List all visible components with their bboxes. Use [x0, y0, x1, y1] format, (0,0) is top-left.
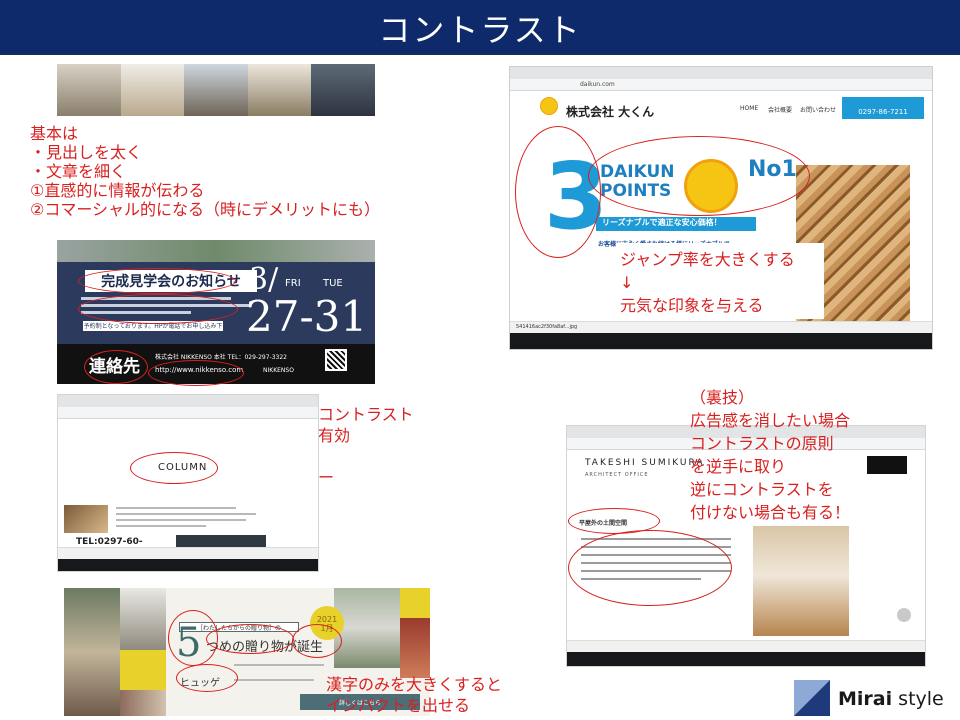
- column-photo: [64, 505, 108, 533]
- house-photo: [120, 690, 166, 716]
- architect-name: TAKESHI SUMIKURA: [585, 458, 705, 468]
- download-bar: [58, 547, 318, 559]
- annotation-ring: [78, 268, 236, 294]
- gift-text-line: [234, 679, 314, 681]
- annotation-ring: [148, 360, 244, 386]
- nav-home: HOME: [740, 105, 759, 112]
- annotation-ring: [588, 136, 810, 216]
- grey-text-line: [116, 519, 246, 521]
- taskbar: [567, 652, 925, 666]
- grey-text-line: [116, 513, 256, 515]
- ad-day-to: TUE: [323, 278, 343, 289]
- download-bar: 541416ac2f30fa8af...jpg: [510, 321, 932, 333]
- house-photo: [64, 588, 120, 716]
- house-photo: [334, 588, 400, 668]
- yellow-block: [120, 650, 166, 690]
- architect-photo: [753, 526, 849, 636]
- browser-tabs: [510, 67, 932, 79]
- brand-name: Mirai: [838, 688, 893, 710]
- architect-sub: ARCHITECT OFFICE: [585, 472, 649, 478]
- download-bar: [567, 640, 925, 652]
- ad-brand: NIKKENSO: [263, 367, 294, 374]
- note-jump-rate: ジャンプ率を大きくする ↓ 元気な印象を与える: [620, 250, 795, 315]
- browser-tabs: [58, 395, 318, 407]
- yellow-block: [400, 588, 430, 618]
- daikun-logo-text: 株式会社 大くん: [566, 105, 655, 119]
- browser-url: daikun.com: [580, 81, 615, 88]
- note-kanji: 漢字のみを大きくすると インパクトを出せる: [326, 675, 503, 715]
- ad-photo-banner: [57, 240, 375, 262]
- browser-address-bar: daikun.com: [510, 79, 932, 91]
- brand-logo-text: Mirai style: [838, 688, 944, 710]
- note-basics: 基本は ・見出しを太く ・文章を細く ①直感的に情報が伝わる ②コマーシャル的に…: [30, 124, 381, 219]
- browser-address-bar: [58, 407, 318, 419]
- annotation-ring: [78, 294, 238, 324]
- taskbar: [58, 559, 318, 571]
- annotation-ring: [292, 624, 342, 658]
- house-photo: [120, 588, 166, 650]
- house-photo: [400, 618, 430, 678]
- interior-photo-strip: [57, 64, 375, 116]
- price-banner: リーズナブルで適正な安心価格！: [596, 217, 756, 231]
- grey-text-line: [116, 525, 206, 527]
- annotation-ring: [176, 664, 238, 692]
- ad-qr-code: [325, 349, 347, 371]
- grey-text-line: [116, 507, 236, 509]
- slide-title: コントラスト: [0, 0, 960, 55]
- gift-text-line: [234, 664, 324, 666]
- annotation-ring: [568, 530, 732, 606]
- annotation-ring: [206, 624, 294, 654]
- nav-contact: お問い合わせ: [800, 107, 837, 114]
- scroll-top-icon: [897, 608, 911, 622]
- annotation-ring: [84, 350, 148, 384]
- black-block: [867, 456, 907, 474]
- note-trick: （裏技） 広告感を消したい場合 コントラストの原則 を逆手に取り 逆にコントラス…: [690, 388, 851, 522]
- sun-logo-icon: [540, 97, 558, 115]
- phone-banner: 0297-86-7211: [842, 97, 924, 119]
- brand-suffix: style: [898, 688, 944, 710]
- nav-company: 会社概要: [768, 107, 793, 114]
- taskbar: [510, 333, 932, 349]
- ad-date: 27-31: [246, 292, 368, 341]
- ad-day-from: FRI: [285, 278, 301, 289]
- mirai-style-logo-icon: [794, 680, 830, 716]
- annotation-ring: [130, 452, 218, 484]
- annotation-ring: [515, 126, 601, 258]
